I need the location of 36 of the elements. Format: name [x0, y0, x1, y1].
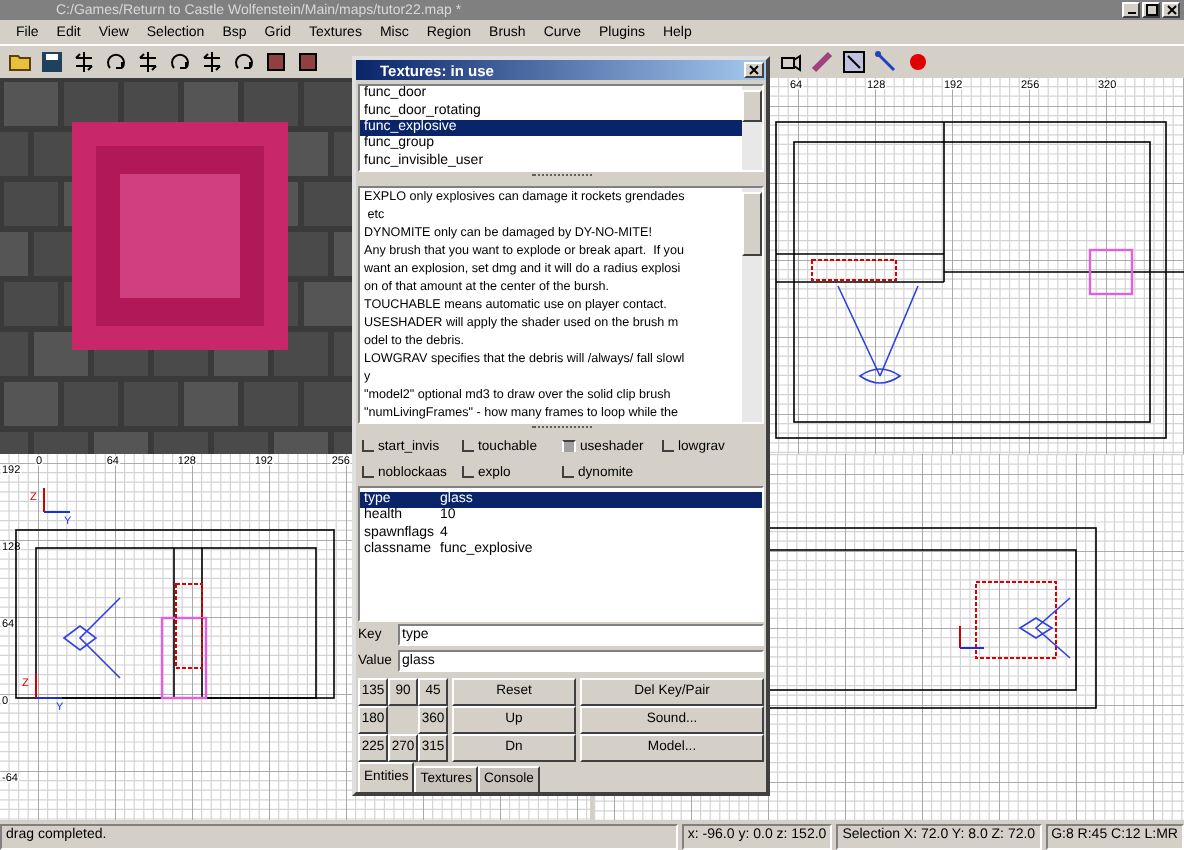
selected-brush-outline — [811, 259, 897, 281]
splitter-handle[interactable] — [531, 425, 591, 434]
record-icon[interactable] — [906, 50, 930, 74]
scrollbar[interactable] — [742, 86, 762, 171]
selected-brush-outline — [175, 583, 203, 669]
close-button[interactable] — [1162, 2, 1180, 18]
flip-icon[interactable] — [136, 50, 160, 74]
minimize-button[interactable] — [1122, 2, 1140, 18]
entity-outline — [160, 616, 208, 700]
rotate-icon[interactable] — [104, 50, 128, 74]
scrollbar[interactable] — [742, 187, 762, 422]
close-icon — [748, 64, 760, 77]
close-button[interactable] — [744, 62, 764, 79]
save-icon[interactable] — [40, 50, 64, 74]
checkbox[interactable] — [562, 440, 576, 453]
camera-marker-icon — [1019, 597, 1071, 659]
maximize-icon — [1145, 4, 1157, 16]
splitter-handle[interactable] — [531, 174, 591, 182]
entity-outline — [1088, 248, 1134, 296]
brush-tool-icon[interactable] — [264, 50, 288, 74]
flip-icon[interactable] — [200, 50, 224, 74]
vertex-icon[interactable] — [874, 50, 898, 74]
camera-marker-icon — [837, 285, 919, 384]
rotate-icon[interactable] — [168, 50, 192, 74]
brush-tool-icon[interactable] — [296, 50, 320, 74]
open-folder-icon[interactable] — [8, 50, 32, 74]
select-icon[interactable] — [842, 50, 866, 74]
rotate-icon[interactable] — [232, 50, 256, 74]
camera-tool-icon[interactable] — [778, 50, 802, 74]
selected-brush-outline — [975, 581, 1057, 659]
axis-icon — [959, 625, 985, 649]
maximize-button[interactable] — [1142, 2, 1160, 18]
flip-icon[interactable] — [72, 50, 96, 74]
camera-marker-icon — [63, 597, 121, 679]
patch-tool-icon[interactable] — [810, 50, 834, 74]
close-icon — [1165, 4, 1177, 16]
